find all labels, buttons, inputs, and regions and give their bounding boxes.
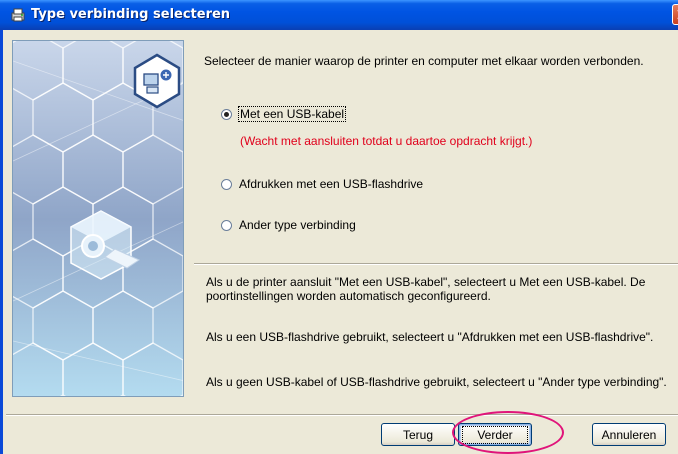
description-other: Als u geen USB-kabel of USB-flashdrive g… [206,375,667,389]
radio-label-usb-flashdrive[interactable]: Afdrukken met een USB-flashdrive [239,177,423,191]
divider [194,263,678,265]
hexagon-pattern-illustration [13,41,183,396]
back-button[interactable]: Terug [381,423,455,446]
description-flashdrive: Als u een USB-flashdrive gebruikt, selec… [206,330,654,344]
radio-usb-cable[interactable]: Met een USB-kabel [221,106,347,122]
radio-usb-flashdrive[interactable]: Afdrukken met een USB-flashdrive [221,176,423,192]
close-icon [677,10,678,19]
description-usb: Als u de printer aansluit "Met een USB-k… [206,275,646,303]
title-bar[interactable]: Type verbinding selecteren [0,0,678,30]
setup-dialog: Type verbinding selecteren Selecteer de … [0,0,678,454]
close-button[interactable] [672,4,678,25]
radio-label-usb-cable[interactable]: Met een USB-kabel [237,106,347,122]
printer-setup-icon [11,8,25,22]
intro-text: Selecteer de manier waarop de printer en… [204,54,644,68]
window-title: Type verbinding selecteren [31,7,231,22]
cancel-button-label: Annuleren [601,427,657,442]
radio-label-other-connection[interactable]: Ander type verbinding [239,218,356,232]
cancel-button[interactable]: Annuleren [592,423,666,446]
button-bar-divider [6,414,678,416]
back-button-label: Terug [402,427,434,442]
connection-warning: (Wacht met aansluiten totdat u daartoe o… [240,134,533,148]
radio-button[interactable] [221,219,232,231]
wizard-banner-image [12,40,184,397]
radio-button-selected[interactable] [221,108,232,120]
radio-button[interactable] [221,178,232,190]
radio-other-connection[interactable]: Ander type verbinding [221,217,356,233]
next-button-highlight [452,411,564,454]
connection-options-panel: Selecteer de manier waarop de printer en… [194,40,678,400]
computer-connection-icon [133,53,181,109]
